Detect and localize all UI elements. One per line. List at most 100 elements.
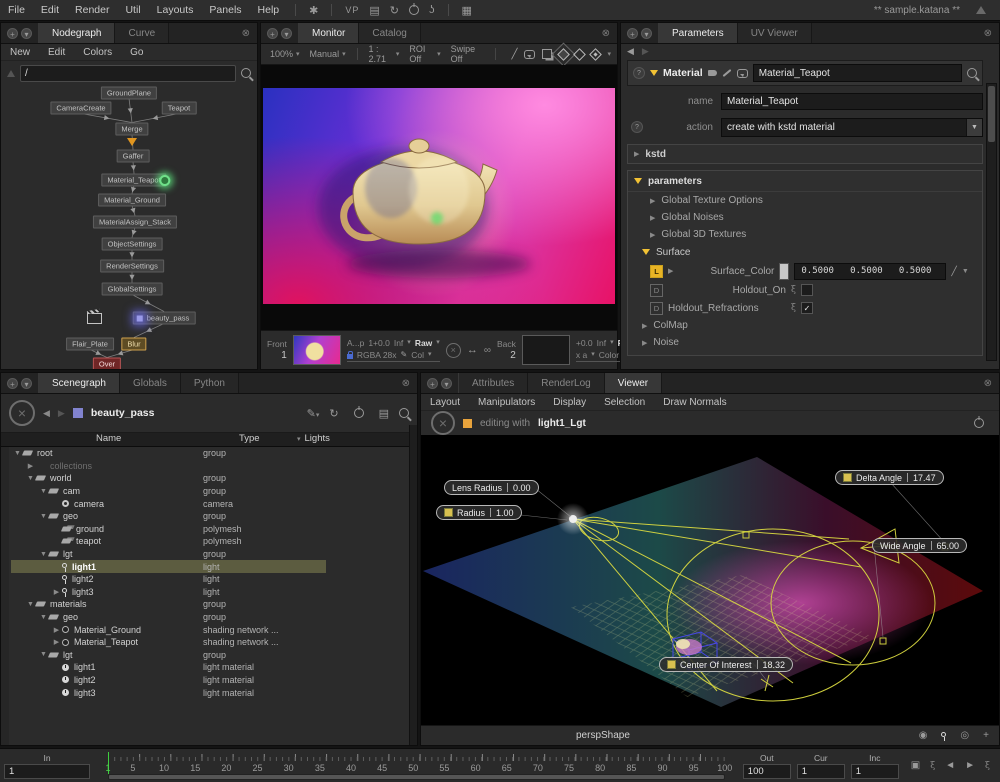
viewport-3d[interactable]: Lens Radius0.00Radius1.00Delta Angle17.4… xyxy=(421,435,999,725)
pill-value[interactable]: 18.32 xyxy=(763,660,786,670)
help-icon[interactable]: ? xyxy=(633,67,645,79)
back-exposure[interactable]: +0.0 xyxy=(576,338,593,348)
roi-dropdown[interactable]: ROI Off▾ xyxy=(406,44,443,64)
expander-icon[interactable]: ▶ xyxy=(52,626,61,634)
holdout-refractions-checkbox[interactable]: ✓ xyxy=(801,302,813,314)
node-over[interactable]: Over xyxy=(93,358,121,370)
pen-icon[interactable]: ✎ xyxy=(401,350,408,360)
color-swatch[interactable] xyxy=(779,263,789,280)
node-flair-plate[interactable]: Flair_Plate xyxy=(66,338,114,351)
material-node-header[interactable]: ? Material xyxy=(627,60,983,86)
clear-front-icon[interactable]: × xyxy=(446,343,461,358)
scenegraph-row-teapot[interactable]: teapotpolymesh xyxy=(9,535,417,548)
expander-icon[interactable]: ▼ xyxy=(26,475,35,482)
step-back-icon[interactable]: ◄ xyxy=(945,760,955,771)
camera-name-label[interactable]: perspShape xyxy=(576,730,630,741)
menu-go[interactable]: Go xyxy=(121,47,152,58)
clear-scenegraph-icon[interactable]: × xyxy=(9,400,35,426)
expander-icon[interactable]: ▶ xyxy=(52,588,61,596)
tab-catalog[interactable]: Catalog xyxy=(359,23,420,43)
view-flag-icon[interactable] xyxy=(127,138,137,146)
pane-menu-icon[interactable]: ▾ xyxy=(281,28,292,39)
expander-icon[interactable]: ▼ xyxy=(39,614,48,621)
scrollbar[interactable] xyxy=(986,83,997,361)
node-teapot[interactable]: Teapot xyxy=(162,102,197,115)
pane-add-icon[interactable]: + xyxy=(627,28,638,39)
close-icon[interactable]: ⊗ xyxy=(235,23,257,43)
chevron-down-icon[interactable]: ▾ xyxy=(607,50,611,58)
help-icon[interactable]: ? xyxy=(631,121,643,133)
back-inf[interactable]: Inf xyxy=(597,338,606,348)
node-search-input[interactable] xyxy=(20,65,236,82)
scenegraph-row-collections[interactable]: ▶collections xyxy=(9,460,417,473)
film-icon[interactable]: ▤ xyxy=(369,4,379,17)
front-thumbnail[interactable] xyxy=(293,335,341,365)
inc-frame-field[interactable] xyxy=(851,764,899,779)
swipe-toggle[interactable]: Swipe Off xyxy=(448,44,487,64)
colmap-group-row[interactable]: ▶ ColMap xyxy=(628,317,982,334)
close-icon[interactable]: ⊗ xyxy=(977,373,999,393)
pen-dropdown-icon[interactable]: ✎▾ xyxy=(307,407,320,420)
back-thumbnail[interactable] xyxy=(522,335,570,365)
chevron-right-icon[interactable]: ▶ xyxy=(642,339,647,347)
keyframe-next-icon[interactable]: ξ xyxy=(985,761,990,771)
scenegraph-row-camera[interactable]: cameracamera xyxy=(9,497,417,510)
scenegraph-row-light2[interactable]: light2light material xyxy=(9,674,417,687)
node-cameracreate[interactable]: CameraCreate xyxy=(50,102,111,115)
pane-menu-icon[interactable]: ▾ xyxy=(21,28,32,39)
tab-python[interactable]: Python xyxy=(181,373,239,393)
scenegraph-row-light1[interactable]: light1light material xyxy=(9,661,417,674)
scenegraph-row-geo[interactable]: ▼geogroup xyxy=(9,611,417,624)
default-badge[interactable]: D xyxy=(650,284,663,297)
scenegraph-row-lgt[interactable]: ▼lgtgroup xyxy=(9,649,417,662)
surface-group-header[interactable]: Surface xyxy=(628,243,982,261)
plus-icon[interactable]: + xyxy=(983,730,989,741)
column-name[interactable]: Name xyxy=(96,433,121,444)
node-name-field[interactable] xyxy=(753,64,962,82)
in-frame-field[interactable] xyxy=(4,764,90,779)
eye-icon[interactable]: ◉ xyxy=(919,730,928,741)
default-badge[interactable]: D xyxy=(650,302,663,315)
pill-lens-radius[interactable]: Lens Radius0.00 xyxy=(444,480,539,495)
close-icon[interactable]: ⊗ xyxy=(395,373,417,393)
cur-frame-field[interactable] xyxy=(797,764,845,779)
pill-value[interactable]: 65.00 xyxy=(937,541,960,551)
scenegraph-row-world[interactable]: ▼worldgroup xyxy=(9,472,417,485)
menu-draw-normals[interactable]: Draw Normals xyxy=(654,397,735,408)
front-name[interactable]: A...p xyxy=(347,338,364,348)
expander-icon[interactable]: ▶ xyxy=(52,638,61,646)
pane-add-icon[interactable]: + xyxy=(7,378,18,389)
scenegraph-row-light3[interactable]: light3light material xyxy=(9,686,417,699)
lock-icon[interactable] xyxy=(347,354,353,359)
tab-renderlog[interactable]: RenderLog xyxy=(528,373,604,393)
node-blur[interactable]: Blur xyxy=(121,338,146,351)
menu-panels[interactable]: Panels xyxy=(201,4,249,16)
menu-display[interactable]: Display xyxy=(544,397,595,408)
pill-delta-angle[interactable]: Delta Angle17.47 xyxy=(835,470,944,485)
film-icon[interactable]: ▤ xyxy=(379,407,389,420)
name-value-field[interactable] xyxy=(721,93,983,110)
layers-icon[interactable] xyxy=(542,49,552,59)
menu-file[interactable]: File xyxy=(0,4,33,16)
expander-icon[interactable]: ▼ xyxy=(39,551,48,558)
comment-icon[interactable] xyxy=(737,69,748,78)
chevron-down-icon[interactable]: ▼ xyxy=(966,119,982,136)
node-beauty-pass[interactable]: beauty_pass xyxy=(133,312,196,325)
expander-icon[interactable]: ▼ xyxy=(13,450,22,457)
pane-add-icon[interactable]: + xyxy=(7,28,18,39)
pill-wide-angle[interactable]: Wide Angle65.00 xyxy=(872,538,967,553)
pane-menu-icon[interactable]: ▾ xyxy=(441,378,452,389)
chevron-down-icon[interactable] xyxy=(642,249,650,255)
chevron-right-icon[interactable]: ▶ xyxy=(650,214,655,222)
node-material-ground[interactable]: Material_Ground xyxy=(98,194,166,207)
scenegraph-tree[interactable]: ▼rootgroup▶collections▼worldgroup▼camgro… xyxy=(1,447,417,745)
scenegraph-row-root[interactable]: ▼rootgroup xyxy=(9,447,417,460)
back-colorspace[interactable]: Color xyxy=(599,350,619,360)
wrench-icon[interactable] xyxy=(722,69,731,77)
tab-uv-viewer[interactable]: UV Viewer xyxy=(738,23,812,43)
scenegraph-row-material-teapot[interactable]: ▶Material_Teapotshading network ... xyxy=(9,636,417,649)
out-frame-field[interactable] xyxy=(743,764,791,779)
node-material-teapot[interactable]: Material_Teapot xyxy=(101,174,166,187)
close-icon[interactable]: ⊗ xyxy=(595,23,617,43)
expression-icon[interactable]: ξ xyxy=(791,285,796,295)
